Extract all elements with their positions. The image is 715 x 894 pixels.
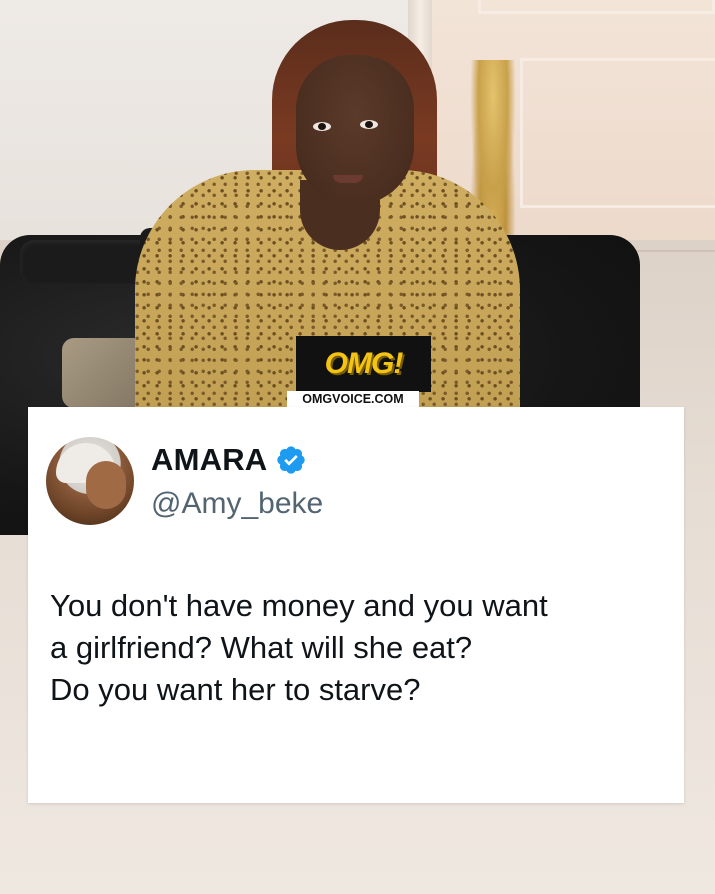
wall-panel-molding — [478, 0, 715, 14]
author-display-name[interactable]: AMARA — [151, 442, 267, 478]
tweet-text-line: Do you want her to starve? — [50, 672, 421, 707]
tweet-text: You don't have money and you want a girl… — [50, 585, 670, 711]
person-eye-right — [360, 120, 378, 129]
wall-panel-molding-lower — [520, 58, 715, 208]
tweet-card: AMARA @Amy_beke You don't have money and… — [28, 407, 684, 803]
tweet-text-line: You don't have money and you want — [50, 588, 548, 623]
avatar-face — [86, 461, 126, 509]
person-mouth — [333, 175, 363, 183]
tweet-text-line: a girlfriend? What will she eat? — [50, 630, 473, 665]
omg-logo: OMG! — [324, 347, 404, 380]
author-handle[interactable]: @Amy_beke — [151, 487, 323, 521]
omg-mic-flag: OMG! — [296, 336, 431, 392]
verified-badge-icon — [275, 444, 307, 476]
person-eye-left — [313, 122, 331, 131]
avatar[interactable] — [46, 437, 134, 525]
tweet-author-row: AMARA — [151, 442, 307, 478]
omg-site-label: OMGVOICE.COM — [287, 391, 419, 408]
